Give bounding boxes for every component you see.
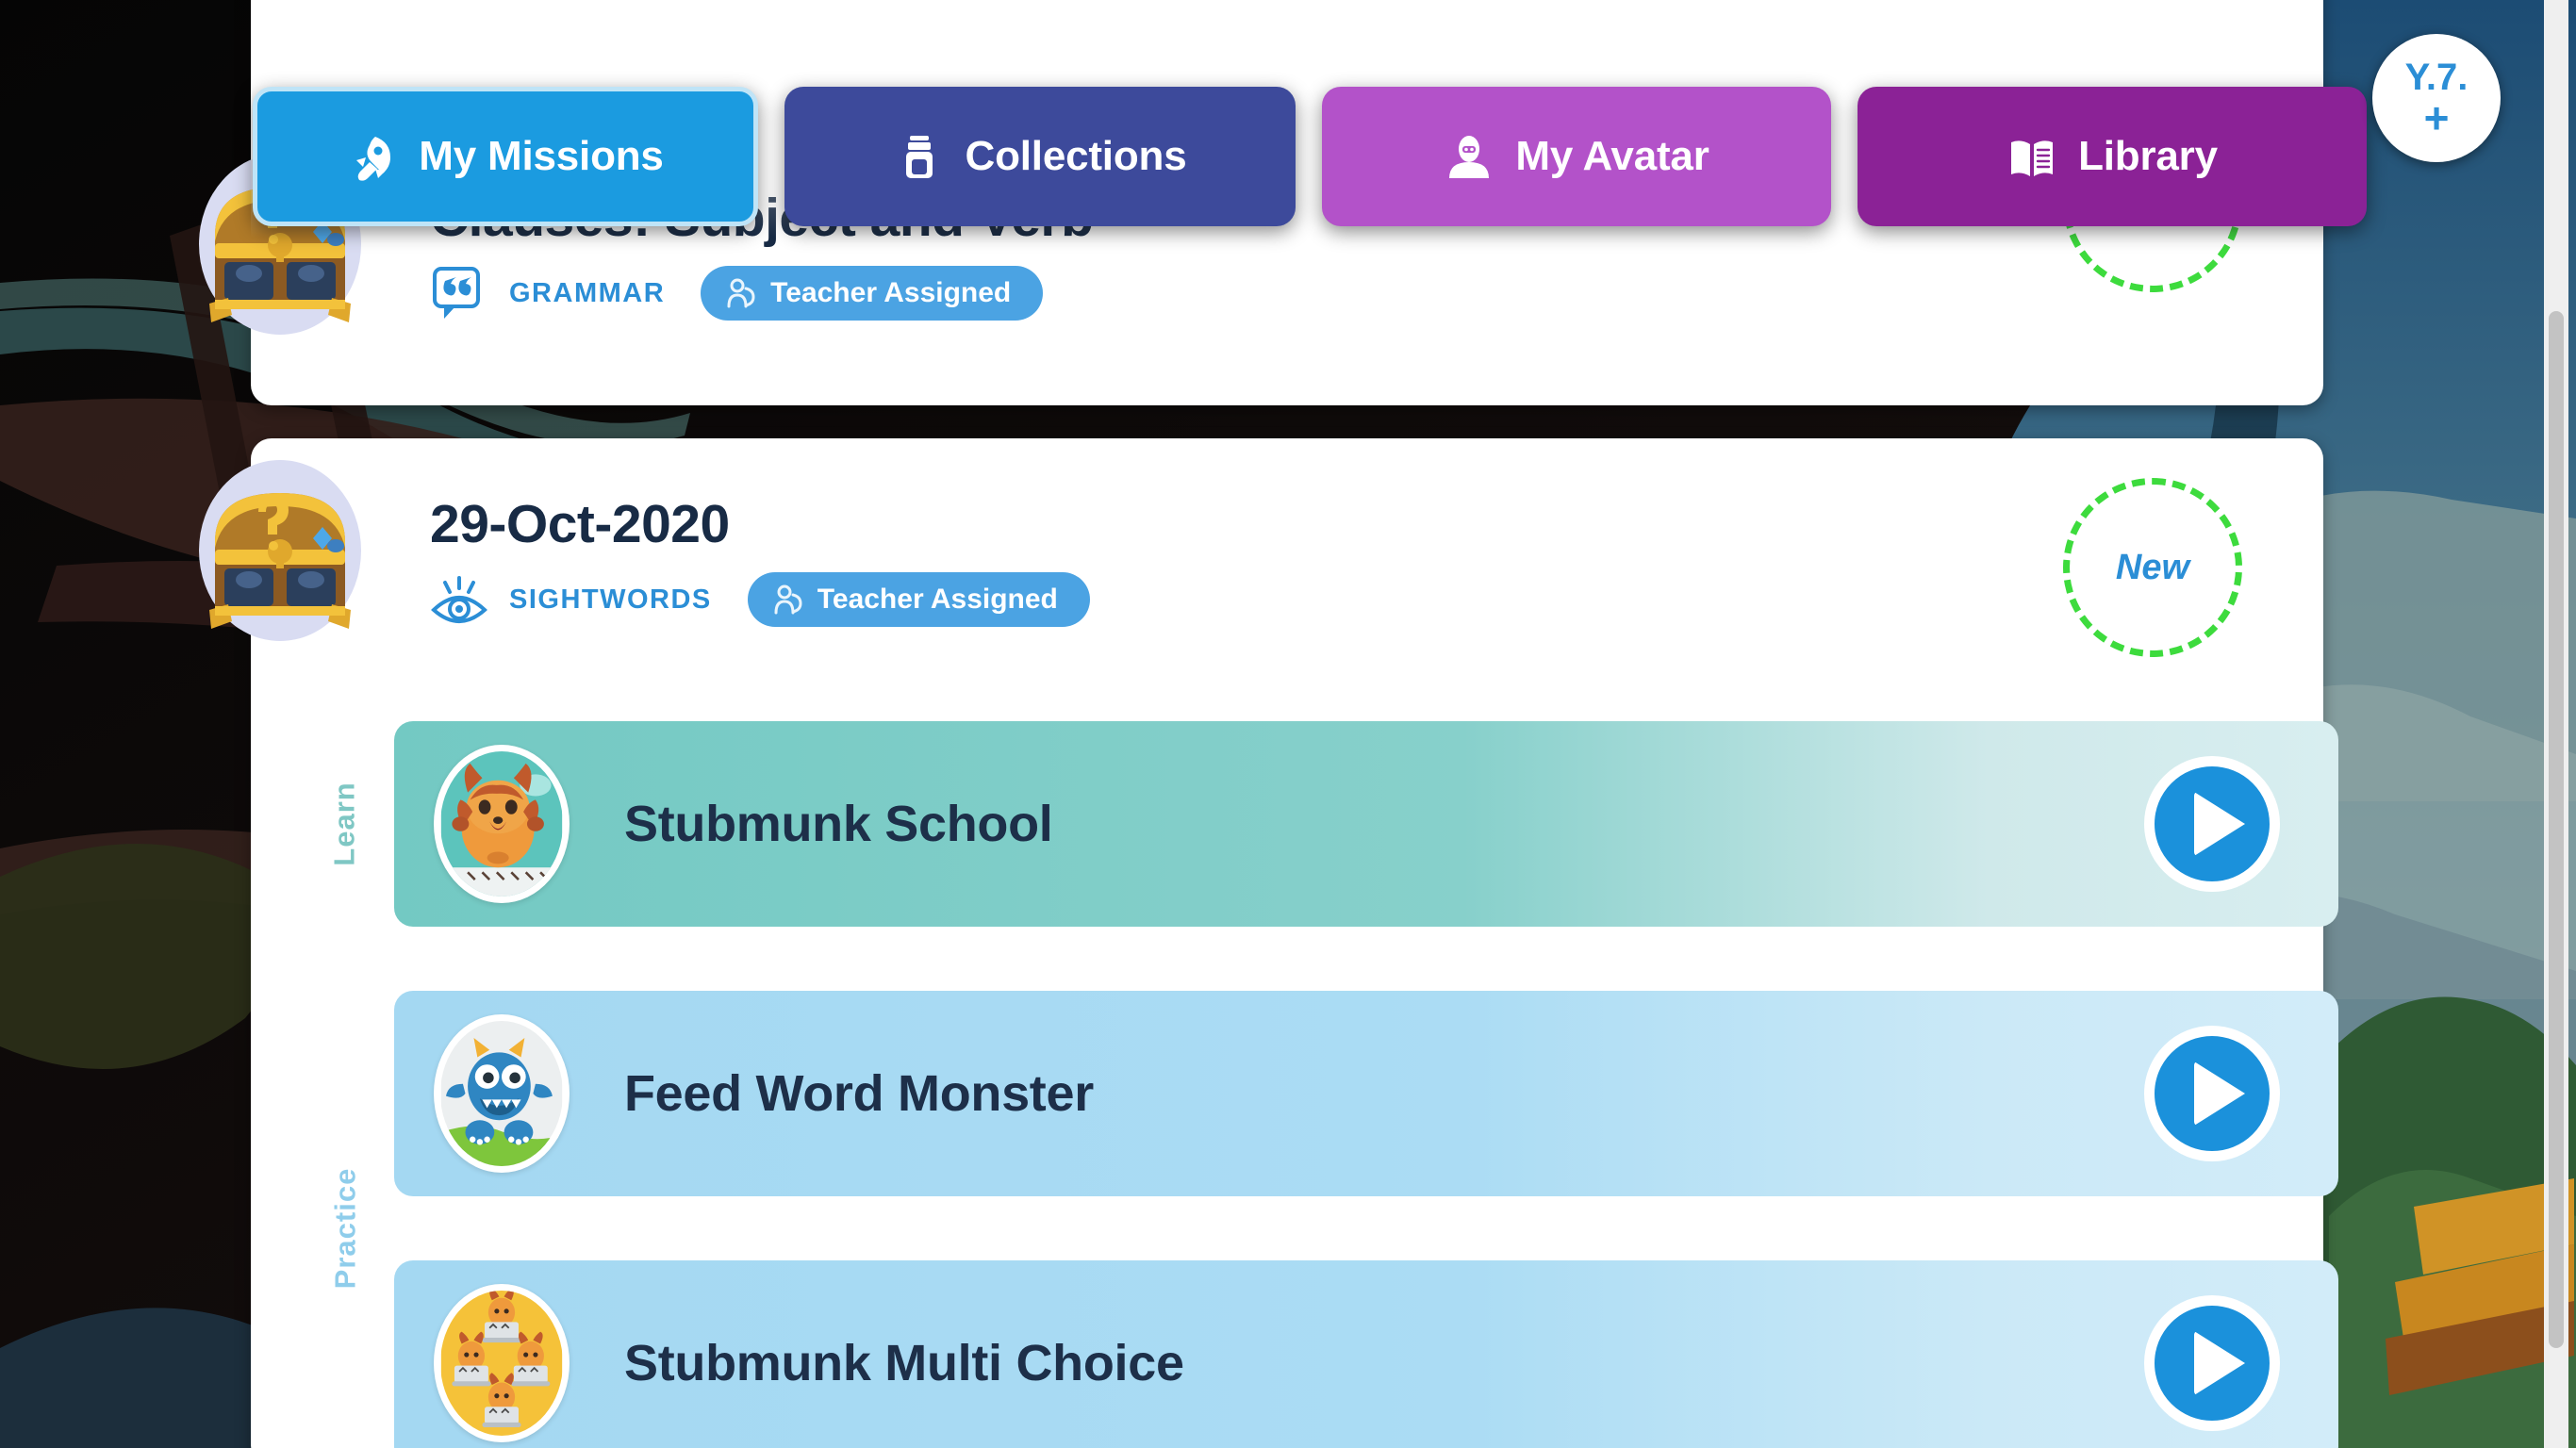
group-label-learn: Learn [317,721,373,927]
monster-character-icon [434,1014,570,1173]
mission-meta-row: GRAMMAR Teacher Assigned [430,264,1093,322]
rocket-icon [347,131,398,182]
mission-meta-row: SIGHTWORDS Teacher Assigned [430,570,1090,629]
play-icon[interactable] [2144,1026,2280,1161]
tab-library[interactable]: Library [1858,87,2367,226]
status-badge-new: New [2063,478,2242,657]
jar-icon [894,131,945,182]
mission-card-header: 29-Oct-2020 SIGHTWORDS Teacher Assigned … [199,438,2323,721]
avatar[interactable]: Y.7. + [2372,34,2501,162]
teacher-assigned-label: Teacher Assigned [817,584,1058,615]
tab-my-avatar[interactable]: My Avatar [1322,87,1831,226]
tab-label: Library [2078,133,2218,179]
activity-group-practice: Practice Feed Word Monster Stubmunk Mult… [317,991,2338,1448]
subject-label: SIGHTWORDS [509,584,712,615]
mission-card-sightwords[interactable]: 29-Oct-2020 SIGHTWORDS Teacher Assigned … [199,438,2338,1448]
user-plus-label: + [2423,93,2450,143]
teacher-assigned-badge: Teacher Assigned [747,572,1090,627]
stubmunk-character-icon [434,745,570,903]
activity-row[interactable]: Stubmunk Multi Choice [394,1260,2338,1448]
stubmunks-laptops-icon [434,1284,570,1442]
avatar-icon [1444,131,1494,182]
play-icon[interactable] [2144,756,2280,892]
teacher-icon [772,584,804,616]
group-label-text: Learn [328,782,362,866]
teacher-assigned-badge: Teacher Assigned [701,266,1044,321]
activity-title: Stubmunk Multi Choice [624,1335,1184,1391]
eye-icon [430,570,488,629]
new-badge-label: New [2115,547,2190,587]
scrollbar-track[interactable] [2544,0,2568,1448]
scrollbar-thumb[interactable] [2549,311,2564,1348]
nav-tab-list: My Missions Collections My Avatar Librar… [253,87,2367,226]
mission-card-text: 29-Oct-2020 SIGHTWORDS Teacher Assigned [430,493,1090,629]
play-icon[interactable] [2144,1295,2280,1431]
teacher-assigned-label: Teacher Assigned [770,277,1012,308]
mission-date-title: 29-Oct-2020 [430,494,730,554]
group-label-practice: Practice [317,991,373,1448]
tab-label: My Missions [419,133,664,179]
quote-icon [430,264,488,322]
activity-title: Feed Word Monster [624,1065,1094,1122]
group-label-text: Practice [328,1167,362,1290]
treasure-chest-icon [181,452,379,650]
activity-title: Stubmunk School [624,796,1053,852]
tab-label: My Avatar [1515,133,1709,179]
activity-row[interactable]: Stubmunk School [394,721,2338,927]
teacher-icon [725,277,757,309]
book-icon [2006,131,2057,182]
activity-group-learn: Learn Stubmunk School [317,721,2338,927]
tab-collections[interactable]: Collections [784,87,1296,226]
activity-row[interactable]: Feed Word Monster [394,991,2338,1196]
tab-label: Collections [965,133,1187,179]
user-initials: Y.7. [2404,57,2469,99]
tab-my-missions[interactable]: My Missions [253,87,758,226]
subject-label: GRAMMAR [509,277,666,308]
